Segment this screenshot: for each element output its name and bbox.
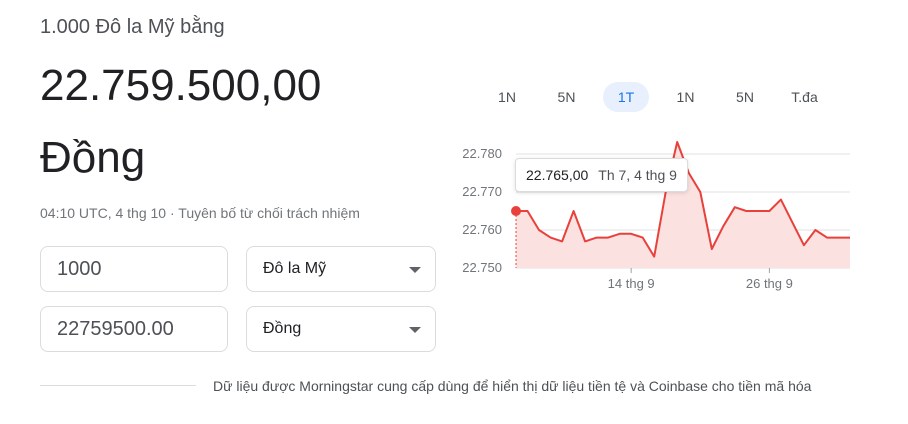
to-currency-label: Đồng [263,320,302,337]
tab-range-1d[interactable]: 1N [484,82,530,112]
data-source-note: Dữ liệu được Morningstar cung cấp dùng đ… [213,378,812,394]
footer-divider [40,385,196,386]
tab-range-1m[interactable]: 1T [603,82,649,112]
to-currency-select[interactable]: Đồng [246,306,436,352]
chart-tooltip: 22.765,00 Th 7, 4 thg 9 [515,158,688,192]
tooltip-date: Th 7, 4 thg 9 [598,167,677,183]
conversion-subtitle: 1.000 Đô la Mỹ bằng [40,16,225,38]
tooltip-value: 22.765,00 [526,167,589,183]
range-tabs: 1N 5N 1T 1N 5N T.đa [484,82,841,112]
hover-point [511,206,521,216]
y-tick-label: 22.760 [462,222,502,237]
dropdown-caret-icon [409,327,421,333]
tab-range-1y[interactable]: 1N [663,82,709,112]
from-amount-input[interactable] [41,247,227,291]
timestamp: 04:10 UTC, 4 thg 10 [40,205,167,221]
disclaimer-link[interactable]: Tuyên bố từ chối trách nhiệm [178,205,360,221]
tab-range-5y[interactable]: 5N [722,82,768,112]
from-currency-label: Đô la Mỹ [263,260,327,277]
converted-amount: 22.759.500,00 [40,61,322,110]
tab-range-5d[interactable]: 5N [544,82,590,112]
timestamp-line: 04:10 UTC, 4 thg 10 · Tuyên bố từ chối t… [40,205,360,221]
separator: · [166,205,179,221]
dropdown-caret-icon [409,267,421,273]
y-tick-label: 22.770 [462,184,502,199]
y-tick-label: 22.780 [462,146,502,161]
tab-range-max[interactable]: T.đa [782,82,828,112]
from-amount-field[interactable] [40,246,228,292]
from-currency-select[interactable]: Đô la Mỹ [246,246,436,292]
x-tick-label: 14 thg 9 [608,276,655,291]
x-tick-label: 26 thg 9 [746,276,793,291]
target-currency-name: Đồng [40,133,146,182]
y-tick-label: 22.750 [462,260,502,275]
to-amount-input[interactable] [41,307,227,351]
to-amount-field[interactable] [40,306,228,352]
